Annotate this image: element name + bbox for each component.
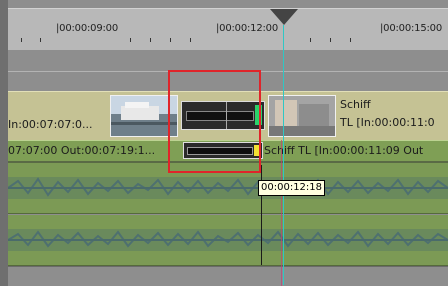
ruler-label-3: |00:00:15:00 <box>380 23 442 34</box>
timeline-panel: |00:00:09:00 |00:00:12:00 |00:00:15:00 I… <box>0 0 448 286</box>
ruler-tick <box>150 38 151 42</box>
ruler-tick <box>350 38 351 42</box>
clip2-title: Schiff <box>340 98 371 111</box>
clip2-thumbnail <box>268 95 336 137</box>
bottom-empty-area <box>8 266 448 286</box>
time-tooltip: 00:00:12:18 <box>258 180 326 196</box>
ruler-tick <box>40 38 41 42</box>
playhead-marker-icon[interactable] <box>270 9 298 25</box>
ruler-tick <box>190 38 191 42</box>
clip2-tl-info: TL [In:00:00:11:0 <box>340 116 435 129</box>
time-ruler[interactable]: |00:00:09:00 |00:00:12:00 |00:00:15:00 <box>8 8 448 50</box>
clip1-info: In:00:07:07:0... <box>8 118 93 131</box>
ruler-tick <box>310 38 311 42</box>
audio-track-2[interactable] <box>8 215 448 266</box>
waveform-2 <box>8 229 448 251</box>
audio-clip1-info: 07:07:00 Out:00:07:19:1... <box>8 144 156 157</box>
ruler-tick <box>130 38 131 42</box>
highlight-rectangle <box>168 70 261 173</box>
audio-clip2-info: Schiff TL [In:00:00:11:09 Out <box>264 144 424 157</box>
ruler-label-1: |00:00:09:00 <box>56 23 118 34</box>
ruler-tick <box>170 38 171 42</box>
marker-line <box>281 140 282 286</box>
ruler-tick <box>330 38 331 42</box>
playhead-line <box>283 25 284 285</box>
ruler-tick <box>21 38 22 42</box>
track-header-edge <box>0 0 8 286</box>
ruler-label-2: |00:00:12:00 <box>216 23 278 34</box>
